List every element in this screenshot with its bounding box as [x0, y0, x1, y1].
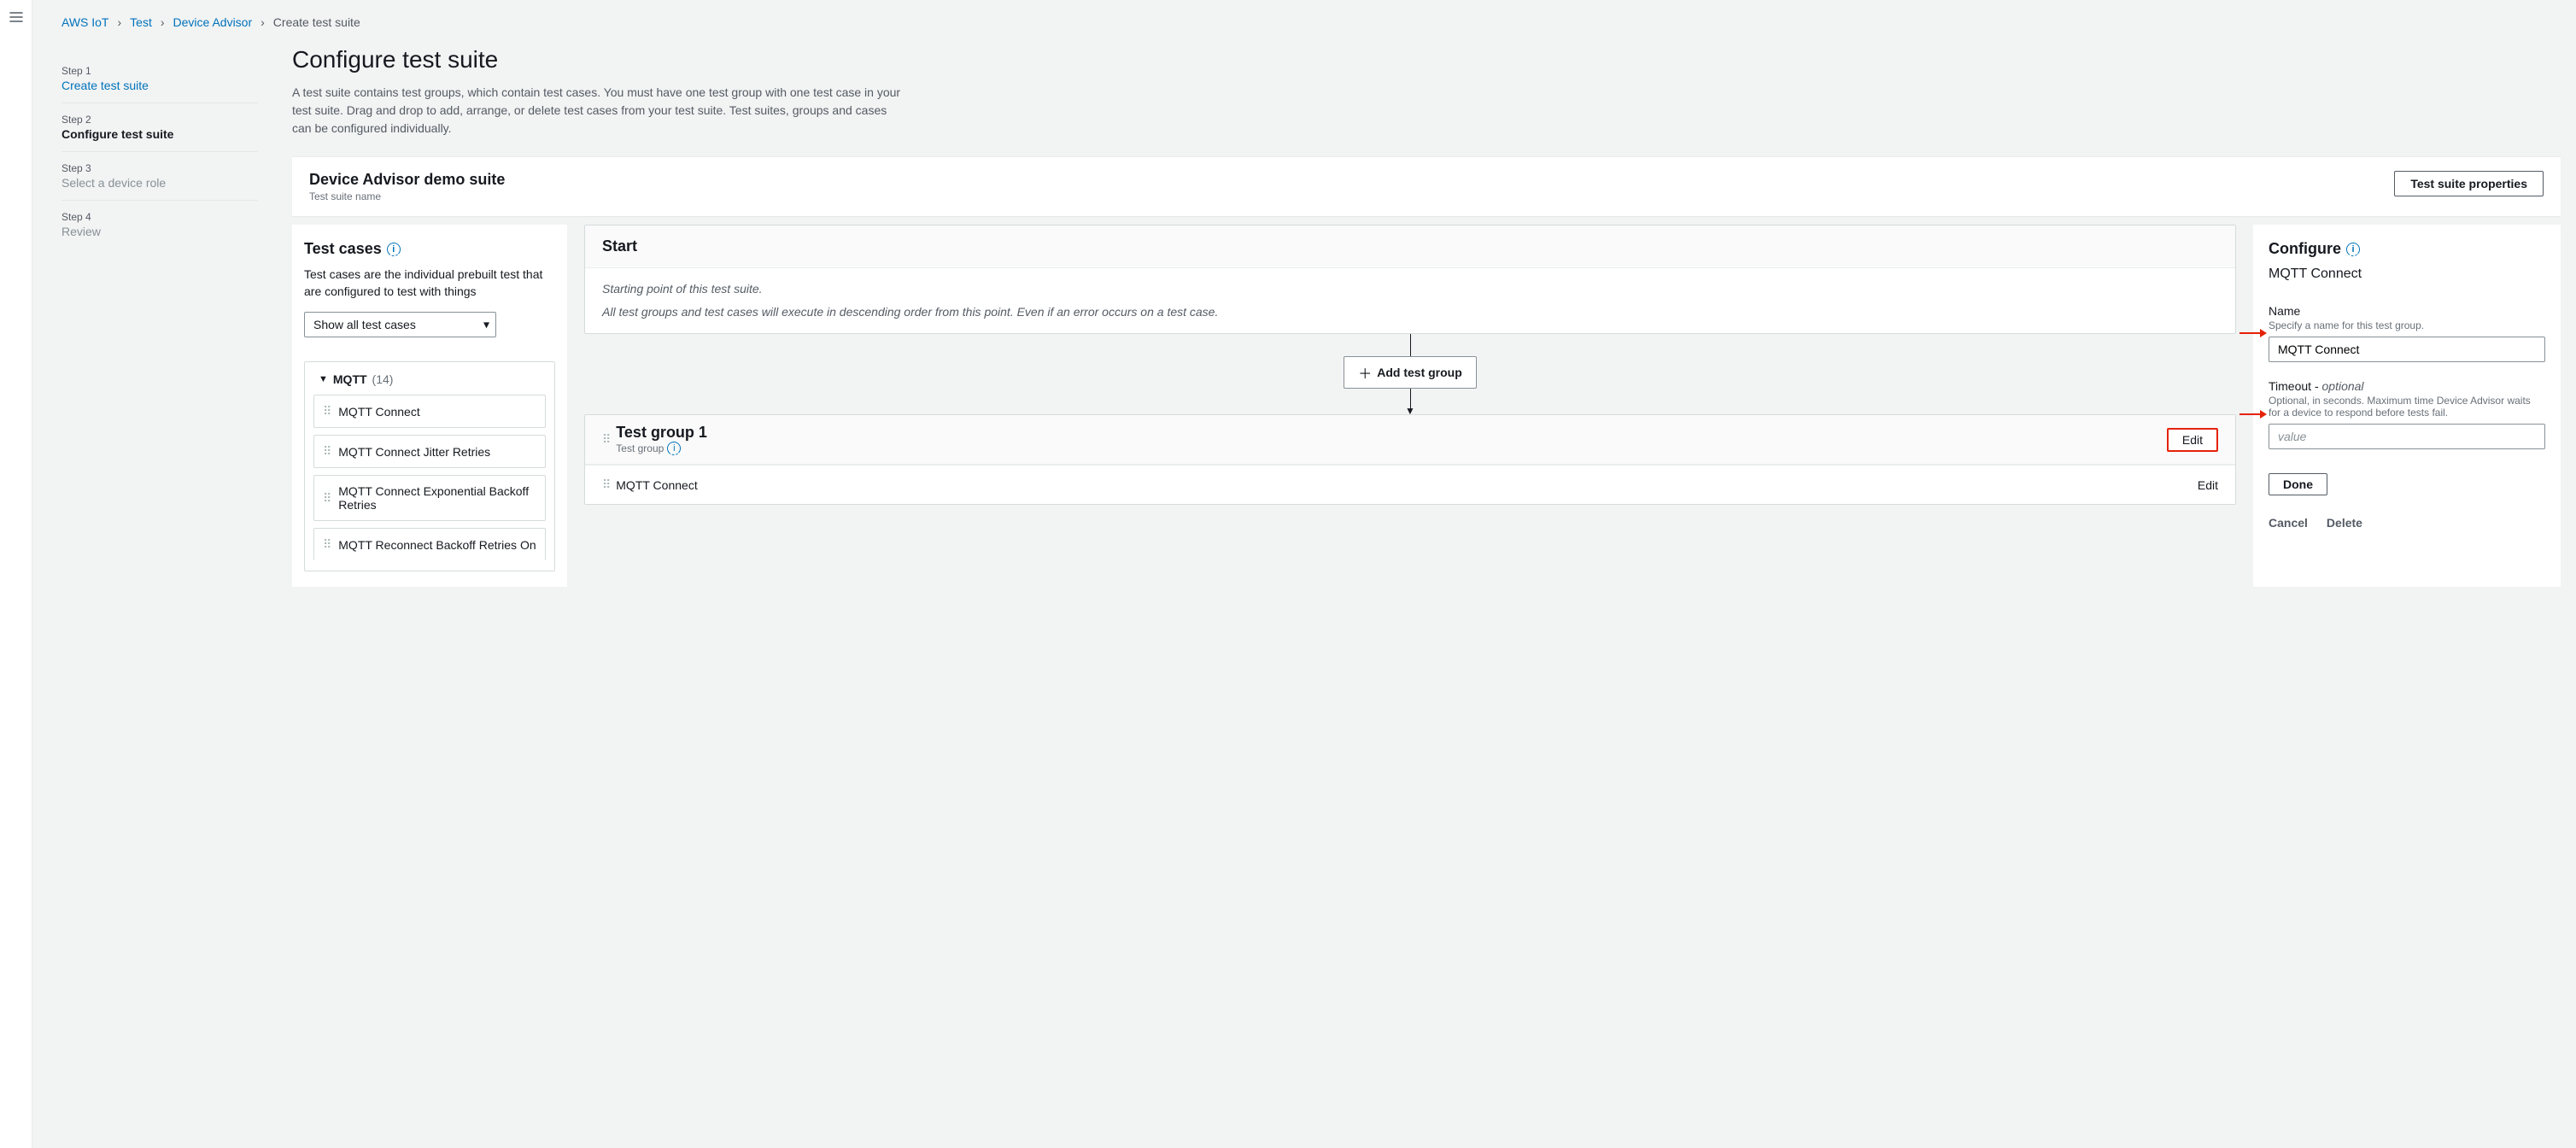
plus-icon: ＋	[1358, 362, 1372, 383]
drag-handle-icon[interactable]: ⠿	[323, 491, 330, 506]
drag-handle-icon[interactable]: ⠿	[323, 537, 330, 552]
step-number: Step 3	[61, 162, 258, 174]
test-group-sub: Test group	[616, 442, 664, 454]
annotation-arrow-icon	[2239, 407, 2267, 421]
start-node-line1: Starting point of this test suite.	[602, 280, 2218, 298]
wizard-steps: Step 1 Create test suite Step 2 Configur…	[61, 46, 258, 587]
test-case-group-toggle[interactable]: ▼ MQTT (14)	[319, 372, 546, 386]
chevron-right-icon: ›	[261, 15, 265, 29]
timeout-field-hint: Optional, in seconds. Maximum time Devic…	[2269, 395, 2545, 419]
test-group-title: Test group 1	[616, 424, 707, 442]
start-node-line2: All test groups and test cases will exec…	[602, 303, 2218, 321]
chevron-right-icon: ›	[161, 15, 165, 29]
step-create-test-suite[interactable]: Create test suite	[61, 79, 258, 92]
info-icon[interactable]: i	[2346, 243, 2360, 256]
test-case-label: MQTT Connect Exponential Backoff Retries	[338, 484, 536, 512]
test-case-item[interactable]: ⠿ MQTT Connect	[313, 395, 546, 428]
test-cases-heading: Test cases	[304, 240, 382, 258]
page-description: A test suite contains test groups, which…	[292, 84, 907, 138]
configure-subject: MQTT Connect	[2269, 266, 2545, 282]
step-review: Review	[61, 225, 258, 238]
name-field-label: Name	[2269, 304, 2545, 318]
group-name: MQTT	[333, 372, 367, 386]
step-number: Step 1	[61, 65, 258, 77]
step-number: Step 2	[61, 114, 258, 126]
name-field-hint: Specify a name for this test group.	[2269, 319, 2545, 331]
add-test-group-button[interactable]: ＋ Add test group	[1344, 356, 1477, 389]
cancel-button[interactable]: Cancel	[2269, 511, 2308, 535]
name-input[interactable]	[2269, 337, 2545, 362]
breadcrumb-current: Create test suite	[273, 15, 360, 29]
test-group-case-label: MQTT Connect	[616, 478, 697, 492]
breadcrumb: AWS IoT › Test › Device Advisor › Create…	[61, 15, 2561, 29]
timeout-field-label: Timeout - optional	[2269, 379, 2545, 393]
info-icon[interactable]: i	[667, 442, 681, 455]
chevron-right-icon: ›	[118, 15, 122, 29]
hamburger-icon	[9, 10, 23, 24]
test-case-label: MQTT Connect Jitter Retries	[338, 445, 490, 459]
test-case-item[interactable]: ⠿ MQTT Reconnect Backoff Retries On	[313, 528, 546, 560]
side-nav-toggle[interactable]	[0, 0, 32, 1148]
breadcrumb-device-advisor[interactable]: Device Advisor	[173, 15, 253, 29]
step-configure-test-suite: Configure test suite	[61, 127, 258, 141]
suite-name: Device Advisor demo suite	[309, 171, 505, 189]
test-suite-properties-button[interactable]: Test suite properties	[2394, 171, 2544, 196]
drag-handle-icon[interactable]: ⠿	[323, 444, 330, 459]
test-case-label: MQTT Reconnect Backoff Retries On	[338, 538, 536, 552]
drag-handle-icon[interactable]: ⠿	[323, 404, 330, 419]
info-icon[interactable]: i	[387, 243, 401, 256]
start-node-heading: Start	[585, 226, 2235, 268]
caret-down-icon: ▾	[483, 318, 489, 332]
group-count: (14)	[372, 372, 394, 386]
step-select-device-role: Select a device role	[61, 176, 258, 190]
test-cases-desc: Test cases are the individual prebuilt t…	[304, 266, 555, 300]
test-cases-filter-select[interactable]: Show all test cases ▾	[304, 312, 496, 337]
delete-button[interactable]: Delete	[2327, 511, 2362, 535]
drag-handle-icon[interactable]: ⠿	[602, 432, 609, 447]
page-title: Configure test suite	[292, 46, 2561, 73]
step-number: Step 4	[61, 211, 258, 223]
edit-test-group-button[interactable]: Edit	[2167, 428, 2218, 452]
timeout-input[interactable]	[2269, 424, 2545, 449]
test-case-label: MQTT Connect	[338, 405, 419, 419]
configure-heading: Configure	[2269, 240, 2341, 258]
annotation-arrow-icon	[2239, 326, 2267, 340]
done-button[interactable]: Done	[2269, 473, 2327, 495]
select-value: Show all test cases	[304, 312, 496, 337]
test-case-item[interactable]: ⠿ MQTT Connect Jitter Retries	[313, 435, 546, 468]
triangle-down-icon: ▼	[319, 374, 328, 384]
breadcrumb-aws-iot[interactable]: AWS IoT	[61, 15, 109, 29]
suite-name-label: Test suite name	[309, 190, 505, 202]
edit-test-case-button[interactable]: Edit	[2198, 478, 2218, 492]
add-test-group-label: Add test group	[1377, 366, 1462, 379]
drag-handle-icon[interactable]: ⠿	[602, 477, 609, 492]
test-case-item[interactable]: ⠿ MQTT Connect Exponential Backoff Retri…	[313, 475, 546, 521]
breadcrumb-test[interactable]: Test	[130, 15, 152, 29]
